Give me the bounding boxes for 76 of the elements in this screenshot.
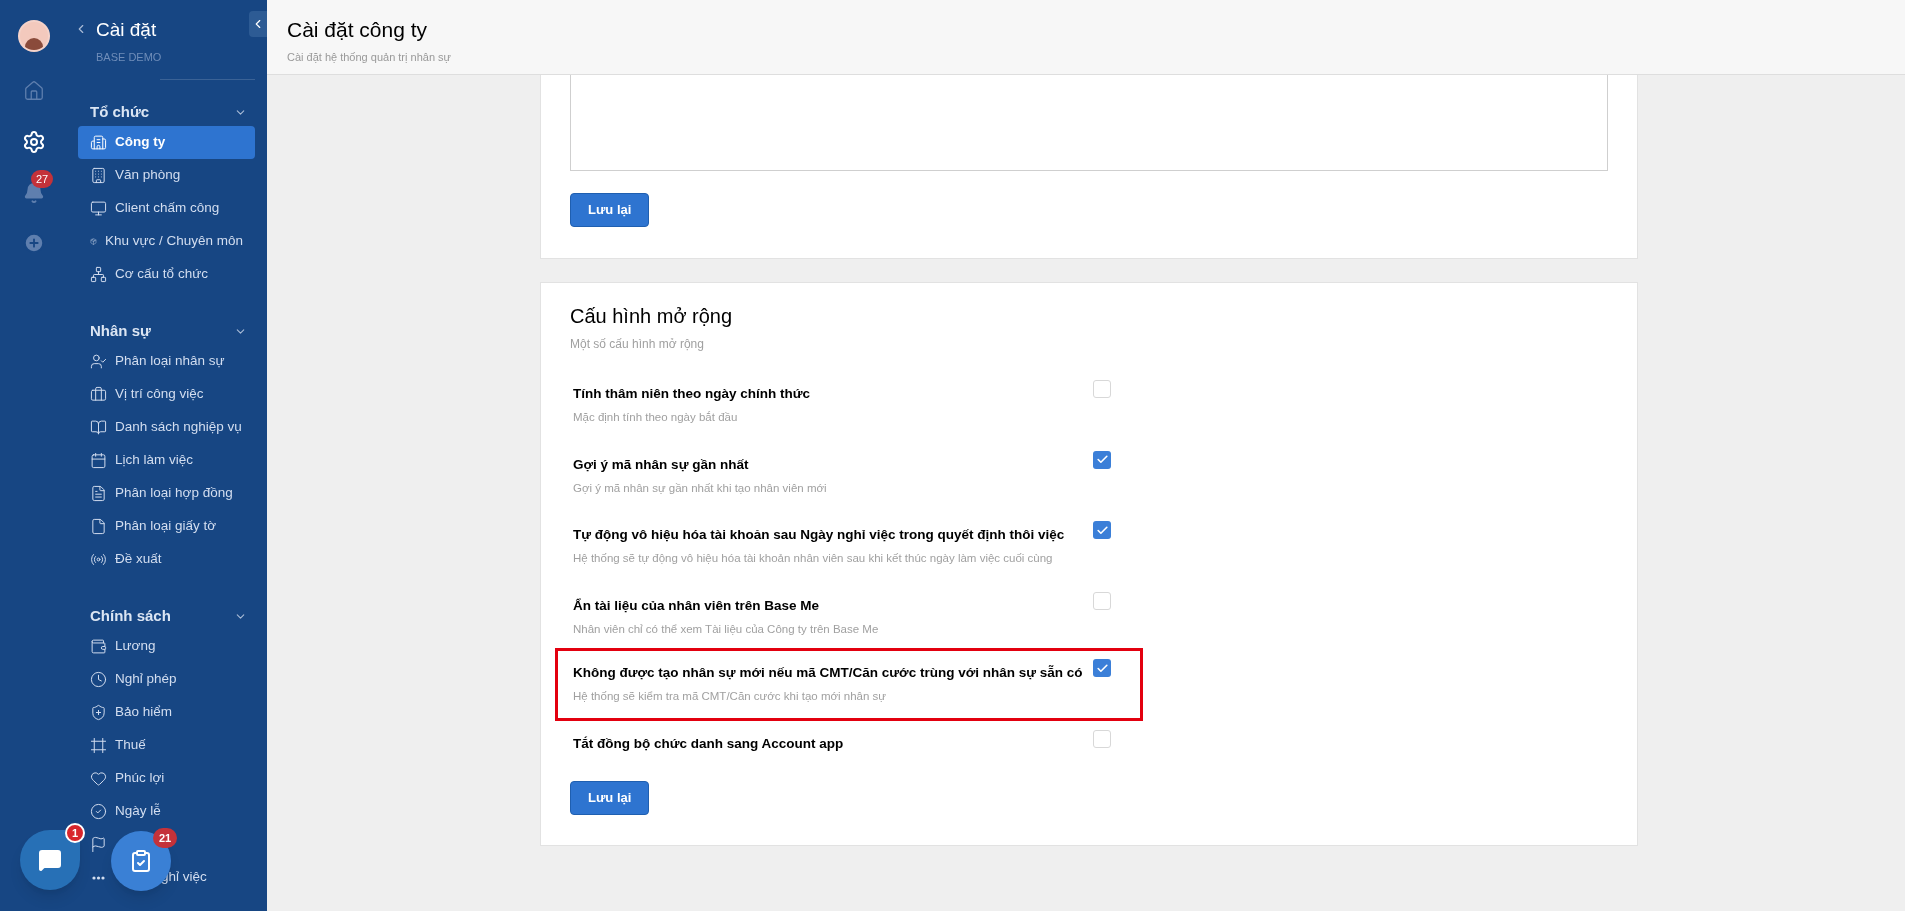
- page-title: Cài đặt công ty: [287, 17, 429, 43]
- sidebar-item[interactable]: Thuế: [78, 729, 255, 762]
- sidebar-item[interactable]: Văn phòng: [78, 159, 255, 192]
- sidebar-item[interactable]: Phân loại nhân sự: [78, 345, 255, 378]
- chat-icon: [38, 848, 62, 872]
- option-title: Tự động vô hiệu hóa tài khoản sau Ngày nghỉ việc trong quyết định thôi việc: [573, 526, 1066, 544]
- option-title: Gợi ý mã nhân sự gần nhất: [573, 455, 750, 474]
- settings-icon[interactable]: [22, 130, 46, 154]
- save-button[interactable]: Lưu lại: [570, 780, 650, 815]
- sidebar-item[interactable]: Đề xuất: [78, 543, 255, 576]
- company-name: BASE DEMO: [96, 49, 162, 65]
- section-header[interactable]: Tổ chức: [78, 98, 255, 126]
- sidebar-item[interactable]: [90, 836, 107, 853]
- sidebar-title: Cài đặt: [96, 18, 158, 42]
- calendar-icon: [90, 452, 107, 469]
- checkbox[interactable]: [1093, 450, 1111, 469]
- checkbox[interactable]: [1093, 659, 1111, 677]
- option-description: Hệ thống sẽ tự động vô hiệu hóa tài khoản nhân viên sau khi kết thúc ngày làm việc cuối cùng: [573, 551, 1054, 567]
- sidebar-item[interactable]: Danh sách nghiệp vụ: [78, 411, 255, 444]
- wallet-icon: [90, 638, 107, 655]
- sidebar-item[interactable]: Công ty: [78, 126, 255, 159]
- option-title: Ẩn tài liệu của nhân viên trên Base Me: [573, 596, 821, 615]
- shield-icon: [90, 704, 107, 721]
- option-description: Nhân viên chỉ có thể xem Tài liệu của Công ty trên Base Me: [573, 621, 880, 637]
- document-icon: [90, 485, 107, 502]
- check-icon: [1095, 453, 1109, 466]
- dots-icon: [92, 875, 105, 880]
- heart-icon: [90, 770, 107, 787]
- user-icon: [90, 353, 107, 370]
- monitor-icon: [90, 200, 107, 217]
- clipboard-icon: [129, 849, 153, 873]
- collapse-button[interactable]: [249, 11, 267, 37]
- flag-icon: [90, 836, 107, 853]
- card-title: Cấu hình mở rộng: [570, 304, 734, 329]
- building-icon: [90, 167, 107, 184]
- save-button[interactable]: Lưu lại: [570, 193, 650, 227]
- checkbox[interactable]: [1093, 380, 1111, 398]
- check-circle-icon: [90, 803, 107, 820]
- sidebar-item[interactable]: Lương: [78, 630, 255, 663]
- sidebar-item[interactable]: Phân loại hợp đồng: [78, 477, 255, 510]
- sidebar-item[interactable]: Khu vực / Chuyên môn: [78, 225, 255, 258]
- checkbox[interactable]: [1093, 591, 1111, 610]
- sidebar-item[interactable]: Lịch làm việc: [78, 444, 255, 477]
- sidebar-item[interactable]: Phân loại giấy tờ: [78, 510, 255, 543]
- sidebar-item[interactable]: Nghỉ phép: [78, 663, 255, 696]
- card-subtitle: Một số cấu hình mở rộng: [570, 336, 705, 353]
- option-description: Mặc định tính theo ngày bắt đầu: [573, 410, 739, 426]
- option-title: Không được tạo nhân sự mới nếu mã CMT/Căn cước trùng với nhân sự sẵn có: [573, 664, 1084, 682]
- page-subtitle: Cài đặt hệ thống quản trị nhân sự: [287, 49, 452, 65]
- option-title: Tắt đồng bộ chức danh sang Account app: [573, 734, 845, 753]
- avatar[interactable]: [18, 20, 50, 52]
- section-header[interactable]: Chính sách: [78, 602, 255, 630]
- option-title: Tính thâm niên theo ngày chính thức: [573, 385, 812, 403]
- file-icon: [90, 518, 107, 535]
- check-icon: [1095, 661, 1109, 675]
- sidebar-item[interactable]: Client chấm công: [78, 192, 255, 225]
- check-icon: [1095, 523, 1109, 537]
- section-header[interactable]: Nhân sự: [78, 317, 255, 345]
- option-description: Hệ thống sẽ kiểm tra mã CMT/Căn cước khi tạo mới nhân sự: [573, 689, 887, 705]
- book-icon: [90, 419, 107, 436]
- option-description: Gợi ý mã nhân sự gần nhất khi tạo nhân viên mới: [573, 480, 828, 496]
- sidebar-item[interactable]: Vị trí công việc: [78, 378, 255, 411]
- sidebar-item[interactable]: Bảo hiểm: [78, 696, 255, 729]
- sidebar-item[interactable]: Cơ cấu tổ chức: [78, 258, 255, 291]
- add-icon[interactable]: [23, 232, 45, 254]
- notification-badge: 27: [31, 170, 54, 188]
- building-icon: [90, 134, 107, 151]
- home-icon[interactable]: [23, 80, 45, 102]
- sidebar-item[interactable]: Phúc lợi: [78, 762, 255, 795]
- org-chart-icon: [90, 266, 107, 283]
- checkbox[interactable]: [1093, 521, 1111, 539]
- checkbox[interactable]: [1093, 729, 1111, 748]
- broadcast-icon: [90, 551, 107, 568]
- briefcase-icon: [90, 386, 107, 403]
- clock-icon: [90, 671, 107, 688]
- bell-icon[interactable]: [23, 182, 45, 204]
